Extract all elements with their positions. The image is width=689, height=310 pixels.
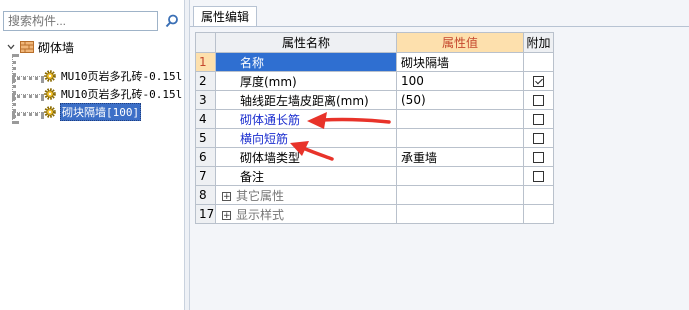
tree-item[interactable]: MU10页岩多孔砖-0.15l [44, 68, 183, 84]
expand-plus-icon[interactable]: + [222, 191, 231, 201]
property-name[interactable]: 名称 [215, 52, 397, 72]
property-group-label: 其它属性 [236, 188, 285, 203]
extra-cell [523, 128, 554, 148]
property-grid: 属性名称 属性值 附加 1 名称 砌块隔墙 2 厚度(mm) 100 3 轴线距… [195, 32, 554, 224]
extra-checkbox[interactable] [533, 95, 544, 106]
extra-cell [523, 185, 554, 205]
grid-header-row: 属性名称 属性值 附加 [195, 32, 554, 53]
extra-cell [523, 166, 554, 186]
property-value[interactable]: 100 [396, 71, 524, 91]
property-name[interactable]: 备注 [215, 166, 397, 186]
row-number: 17 [195, 204, 216, 224]
property-value[interactable]: (50) [396, 90, 524, 110]
property-name[interactable]: 轴线距左墙皮距离(mm) [215, 90, 397, 110]
row-number: 3 [195, 90, 216, 110]
table-row[interactable]: 3 轴线距左墙皮距离(mm) (50) [195, 90, 554, 110]
table-row[interactable]: 1 名称 砌块隔墙 [195, 52, 554, 72]
tree-item[interactable]: MU10页岩多孔砖-0.15l [44, 86, 183, 102]
extra-cell [523, 90, 554, 110]
gear-icon [44, 88, 56, 100]
tab-property-edit[interactable]: 属性编辑 [193, 6, 258, 27]
property-group[interactable]: + 显示样式 [215, 204, 397, 224]
property-value[interactable] [396, 109, 524, 129]
search-icon [165, 14, 178, 28]
extra-checkbox[interactable] [533, 171, 544, 182]
table-row-group[interactable]: 17 + 显示样式 [195, 204, 554, 224]
property-value[interactable]: 承重墙 [396, 147, 524, 167]
chevron-down-icon[interactable] [6, 42, 16, 52]
extra-checkbox[interactable] [533, 152, 544, 163]
tree-item-label: MU10页岩多孔砖-0.15l [61, 88, 183, 101]
row-number: 6 [195, 147, 216, 167]
table-row[interactable]: 6 砌体墙类型 承重墙 [195, 147, 554, 167]
extra-checkbox[interactable] [533, 76, 544, 87]
extra-checkbox[interactable] [533, 133, 544, 144]
property-value [396, 204, 524, 224]
component-tree-panel: 砌体墙 MU10页岩多孔砖-0.15l MU10页岩多孔砖-0.15l [0, 0, 184, 310]
column-header-value[interactable]: 属性值 [396, 32, 524, 53]
row-number: 5 [195, 128, 216, 148]
search-button[interactable] [162, 11, 182, 31]
row-number: 8 [195, 185, 216, 205]
tab-divider [190, 26, 689, 27]
property-name-link[interactable]: 砌体通长筋 [240, 113, 300, 127]
property-name[interactable]: 砌体墙类型 [215, 147, 397, 167]
table-row[interactable]: 5 横向短筋 [195, 128, 554, 148]
extra-cell [523, 52, 554, 72]
tree-node-masonry-wall[interactable]: 砌体墙 [6, 39, 74, 55]
property-value [396, 185, 524, 205]
brick-wall-icon [20, 41, 34, 53]
table-row[interactable]: 4 砌体通长筋 [195, 109, 554, 129]
property-value[interactable] [396, 166, 524, 186]
table-row[interactable]: 7 备注 [195, 166, 554, 186]
row-number: 7 [195, 166, 216, 186]
property-name[interactable]: 砌体通长筋 [215, 109, 397, 129]
expand-plus-icon[interactable]: + [222, 210, 231, 220]
extra-cell [523, 71, 554, 91]
property-group-label: 显示样式 [236, 207, 285, 222]
column-header-name[interactable]: 属性名称 [215, 32, 397, 53]
row-number-header [195, 32, 216, 53]
property-value[interactable]: 砌块隔墙 [396, 52, 524, 72]
table-row-group[interactable]: 8 + 其它属性 [195, 185, 554, 205]
tree-item-selected[interactable]: 砌块隔墙[100] [44, 103, 142, 121]
property-name[interactable]: 厚度(mm) [215, 71, 397, 91]
property-group[interactable]: + 其它属性 [215, 185, 397, 205]
extra-cell [523, 204, 554, 224]
property-editor-panel: 属性编辑 属性名称 属性值 附加 1 名称 砌块隔墙 2 厚度(mm) 100 … [190, 0, 689, 310]
tree-node-label: 砌体墙 [38, 40, 75, 55]
gear-icon [44, 70, 56, 82]
extra-checkbox[interactable] [533, 114, 544, 125]
row-number: 1 [195, 52, 216, 72]
tree-item-label: MU10页岩多孔砖-0.15l [61, 70, 183, 83]
row-number: 4 [195, 109, 216, 129]
extra-cell [523, 147, 554, 167]
tree-item-label: 砌块隔墙[100] [60, 103, 142, 121]
property-name[interactable]: 横向短筋 [215, 128, 397, 148]
gear-icon [44, 106, 56, 118]
row-number: 2 [195, 71, 216, 91]
column-header-extra[interactable]: 附加 [523, 32, 554, 53]
extra-cell [523, 109, 554, 129]
component-tree: 砌体墙 MU10页岩多孔砖-0.15l MU10页岩多孔砖-0.15l 砌块隔墙… [0, 36, 184, 310]
search-input[interactable] [3, 11, 158, 31]
property-name-link[interactable]: 横向短筋 [240, 132, 288, 146]
table-row[interactable]: 2 厚度(mm) 100 [195, 71, 554, 91]
property-value[interactable] [396, 128, 524, 148]
